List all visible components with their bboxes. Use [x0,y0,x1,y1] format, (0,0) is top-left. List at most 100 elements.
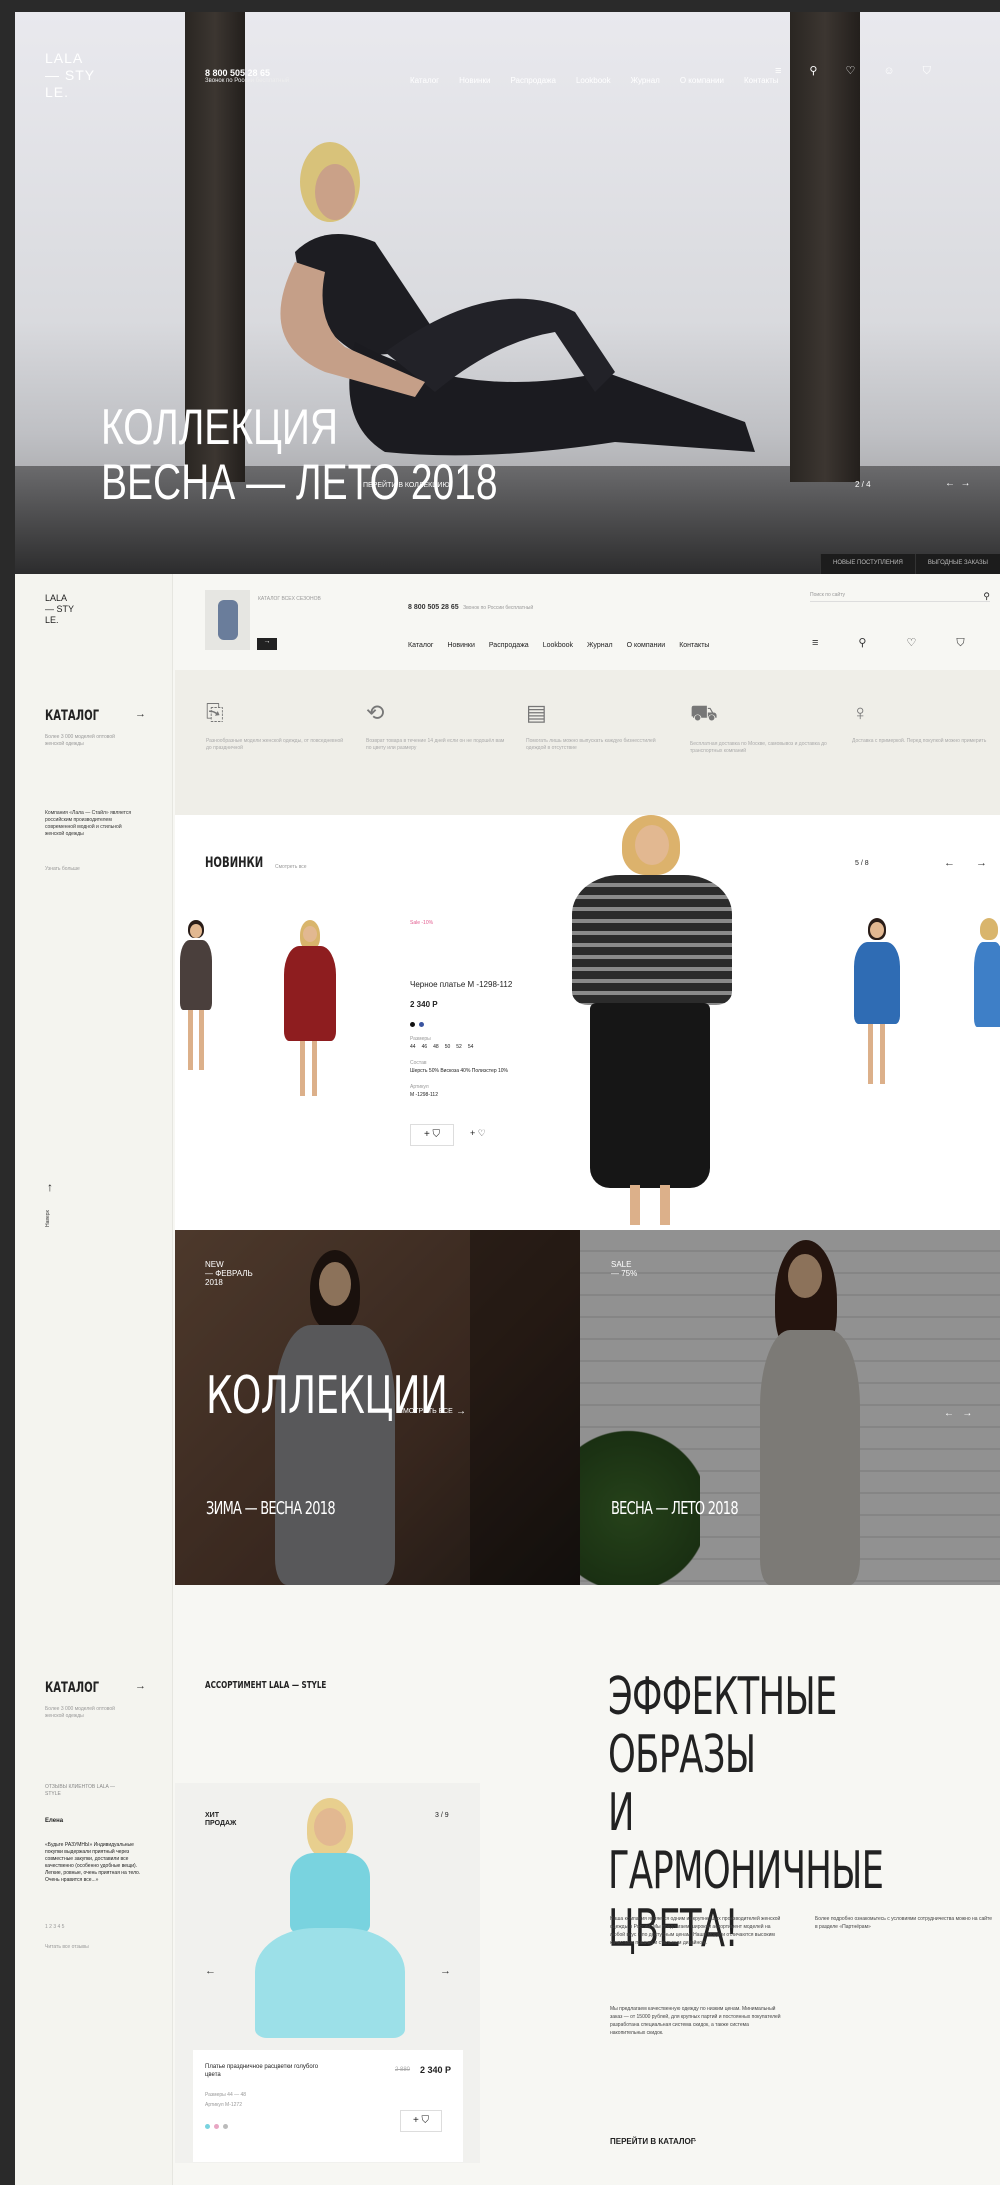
collection-left-tag: NEW — ФЕВРАЛЬ 2018 [205,1260,253,1287]
assortment-price: 2 340 Р [420,2065,452,2075]
nav-lookbook[interactable]: Lookbook [543,642,573,649]
truck-icon: ⛟ [690,700,718,725]
cart-icon[interactable]: ⛉ [923,66,931,77]
hero-title-link[interactable]: ПЕРЕЙТИ В КОЛЛЕКЦИЮ [363,482,450,489]
sidebar-about-link[interactable]: Узнать больше [45,866,80,873]
sidebar-about: Компания «Лала — Стайл» является российс… [45,810,132,837]
swatch-cyan[interactable] [205,2124,210,2129]
assortment-tag: ХИТ ПРОДАЖ [205,1812,237,1827]
hero-arrows[interactable]: ← → [945,478,971,489]
cart-icon[interactable]: ⛉ [956,638,964,649]
new-product-image[interactable] [560,815,750,1230]
size-option[interactable]: 48 [433,1044,439,1050]
review-pagination[interactable]: 1 2 3 4 5 [45,1924,64,1931]
promo-text-2: Мы предлагаем качественную одежду по низ… [610,2006,781,2036]
sidebar-catalog-title[interactable]: КАТАЛОГ [45,708,99,724]
size-option[interactable]: 44 [410,1044,416,1050]
header-logo[interactable]: LALA — STY LE. [45,593,74,626]
collections-arrows[interactable]: ← → [944,1408,972,1419]
collection-left-name[interactable]: ЗИМА — ВЕСНА 2018 [206,1498,336,1519]
collections-view-all[interactable]: СМОТРЕТЬ ВСЕ [398,1408,453,1415]
reviews-link[interactable]: Читать все отзывы [45,1944,89,1951]
composition: Шерсть 50% Вискоза 40% Полиэстер 10% [410,1068,508,1074]
nav-new[interactable]: Новинки [447,642,474,649]
size-option[interactable]: 46 [422,1044,428,1050]
pin-icon[interactable]: ⚲ [809,66,817,77]
hero-nav-new[interactable]: Новинки [459,76,490,85]
hero-nav-sale[interactable]: Распродажа [510,76,556,85]
search-field[interactable]: Поиск по сайту ⚲ [810,592,990,602]
user-icon[interactable]: ☺ [883,66,894,77]
header-phone[interactable]: 8 800 505 28 65 [408,604,459,611]
heart-icon[interactable]: ♡ [906,638,916,649]
new-prev-arrow[interactable]: ← [944,857,955,869]
hero-phone[interactable]: 8 800 505 28 65 [205,68,289,78]
hero-nav-lookbook[interactable]: Lookbook [576,76,611,85]
sidebar-catalog-arrow[interactable]: → [135,708,146,720]
product-thumb-4[interactable] [972,918,1000,1108]
hero-nav-about[interactable]: О компании [680,76,724,85]
header-catalog-label[interactable]: КАТАЛОГ ВСЕХ СЕЗОНОВ [258,596,328,603]
menu-icon[interactable]: ≡ [775,66,781,77]
feature-3: ▤ Помогать лишь можно выпускать каждую би… [526,700,666,752]
hero-nav-contacts[interactable]: Контакты [744,76,779,85]
swatch-grey[interactable] [223,2124,228,2129]
hero-bar-new[interactable]: НОВЫЕ ПОСТУПЛЕНИЯ [820,554,915,574]
hero-nav-catalog[interactable]: Каталог [410,76,439,85]
search-icon[interactable]: ⚲ [983,592,990,601]
product-thumb-3[interactable] [850,918,905,1108]
nav-journal[interactable]: Журнал [587,642,613,649]
feature-5: ♀ Доставка с примеркой. Перед покупкой мо… [852,700,992,745]
promo-side-text[interactable]: Более подробно ознакомьтесь с условиями … [815,1915,995,1931]
header-nav: Каталог Новинки Распродажа Lookbook Журн… [408,642,709,649]
size-list: 44 46 48 50 52 54 [410,1044,473,1050]
collection-right-name[interactable]: ВЕСНА — ЛЕТО 2018 [611,1498,739,1519]
new-counter: 5 / 8 [855,860,869,867]
dress-icon: ♀ [852,700,869,725]
menu-icon[interactable]: ≡ [812,638,818,649]
product-thumb-2[interactable] [276,920,342,1110]
product-thumb-1[interactable] [176,920,216,1110]
hero-logo[interactable]: LALA — STY LE. [45,50,95,101]
scroll-up-label[interactable]: Наверх [45,1210,52,1227]
swatch-blue[interactable] [419,1022,424,1027]
swatch-pink[interactable] [214,2124,219,2129]
return-icon: ⟲ [366,700,385,725]
pin-icon[interactable]: ⚲ [858,638,866,649]
new-next-arrow[interactable]: → [976,857,987,869]
nav-sale[interactable]: Распродажа [489,642,529,649]
search-input[interactable]: Поиск по сайту [810,592,845,601]
sidebar-catalog2-title[interactable]: КАТАЛОГ [45,1680,99,1696]
promo-cta-arrow[interactable]: → [688,2134,698,2145]
nav-contacts[interactable]: Контакты [679,642,709,649]
doc-icon: ▤ [526,700,547,725]
assortment-prev-arrow[interactable]: ← [205,1965,216,1977]
assortment-next-arrow[interactable]: → [440,1965,451,1977]
size-option[interactable]: 52 [456,1044,462,1050]
assortment-add-to-cart[interactable]: + ⛉ [400,2110,442,2132]
swatch-black[interactable] [410,1022,415,1027]
heart-icon[interactable]: ♡ [845,66,855,77]
collection-right-tag: SALE — 75% [611,1260,638,1278]
new-product-name[interactable]: Черное платье М -1298-112 [410,980,512,989]
add-to-cart-button[interactable]: + ⛉ [410,1124,454,1146]
nav-catalog[interactable]: Каталог [408,642,433,649]
hero-bar-orders[interactable]: ВЫГОДНЫЕ ЗАКАЗЫ [914,554,1000,574]
header-phone-block: 8 800 505 28 65 Звонок по России бесплат… [408,596,533,614]
hero-nav-journal[interactable]: Журнал [631,76,660,85]
new-view-all[interactable]: Смотреть все [275,864,307,871]
nav-about[interactable]: О компании [627,642,666,649]
sidebar-catalog2-arrow[interactable]: → [135,1680,146,1692]
header-catalog-thumb[interactable] [205,590,250,650]
scroll-up-icon[interactable]: ↑ [47,1180,53,1194]
assortment-label: АССОРТИМЕНТ LALA — STYLE [205,1680,327,1691]
feature-4: ⛟ Бесплатная доставка по Москве, самовыво… [690,700,830,755]
add-to-favorites-icon[interactable]: + ♡ [470,1128,486,1139]
composition-label: Состав [410,1060,427,1066]
header-catalog-button[interactable]: → [257,638,277,650]
size-option[interactable]: 54 [468,1044,474,1050]
promo-cta[interactable]: ПЕРЕЙТИ В КАТАЛОГ [610,2137,695,2146]
collections-view-all-arrow[interactable]: → [456,1406,466,1417]
size-option[interactable]: 50 [445,1044,451,1050]
assortment-product-name[interactable]: Платье праздничное расцветки голубого цв… [205,2063,335,2079]
